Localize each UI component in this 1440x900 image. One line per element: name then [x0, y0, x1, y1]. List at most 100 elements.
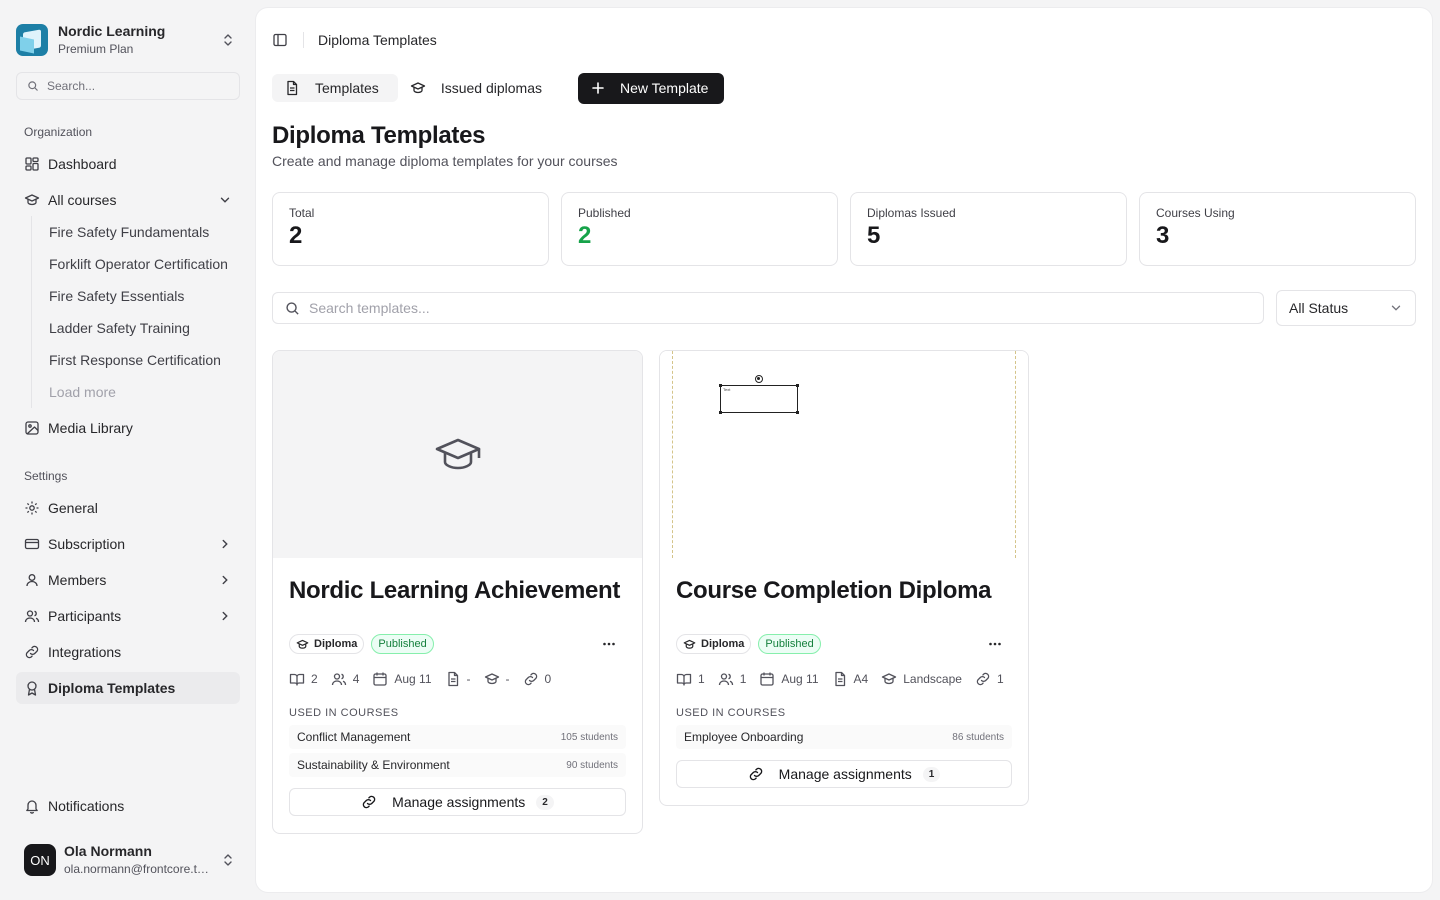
avatar: ON	[24, 844, 56, 876]
template-title[interactable]: Nordic Learning Achievement	[289, 577, 620, 605]
template-search[interactable]	[272, 292, 1264, 324]
plus-icon	[590, 80, 606, 96]
bell-icon	[24, 798, 40, 814]
manage-assignments-button[interactable]: Manage assignments 2	[289, 788, 626, 816]
template-search-input[interactable]	[309, 300, 1209, 316]
template-title[interactable]: Course Completion Diploma	[676, 577, 992, 605]
stat-label: Total	[289, 206, 315, 220]
used-in-courses-label: USED IN COURSES	[676, 707, 786, 719]
sidebar-course-item[interactable]: Forklift Operator Certification	[40, 248, 236, 280]
dashboard-icon	[24, 156, 40, 172]
org-switcher[interactable]: Nordic Learning Premium Plan	[16, 22, 240, 58]
link-icon	[24, 644, 40, 660]
sidebar-course-item[interactable]: Ladder Safety Training	[40, 312, 236, 344]
course-label: Forklift Operator Certification	[49, 256, 228, 272]
sidebar-item-subscription[interactable]: Subscription	[16, 528, 240, 560]
stat-label: Published	[578, 206, 631, 220]
meta-size: A4	[832, 671, 868, 687]
user-icon	[24, 572, 40, 588]
sidebar-course-item[interactable]: Fire Safety Essentials	[40, 280, 236, 312]
sidebar-course-item[interactable]: Fire Safety Fundamentals	[40, 216, 236, 248]
used-course-name: Conflict Management	[297, 730, 411, 744]
link-icon	[361, 794, 377, 810]
sidebar-item-diploma-templates[interactable]: Diploma Templates	[16, 672, 240, 704]
sidebar-search-input[interactable]: Search...	[16, 72, 240, 100]
calendar-icon	[759, 671, 775, 687]
tab-templates[interactable]: Templates	[272, 74, 398, 102]
org-logo	[16, 24, 48, 56]
org-plan: Premium Plan	[58, 42, 134, 56]
template-card[interactable]: Nordic Learning Achievement Diploma Publ…	[272, 350, 643, 834]
users-icon	[24, 608, 40, 624]
load-more-button[interactable]: Load more	[40, 376, 236, 408]
new-template-button[interactable]: New Template	[577, 72, 725, 104]
load-more-label: Load more	[49, 384, 116, 400]
settings-section-label: Settings	[24, 469, 68, 483]
meta-value: 1	[739, 672, 747, 686]
course-label: Fire Safety Essentials	[49, 288, 185, 304]
resize-handle	[719, 384, 722, 387]
preview-text-box: Text	[720, 385, 798, 413]
template-preview[interactable]	[273, 351, 642, 558]
stat-card-published: Published 2	[561, 192, 838, 266]
status-filter-select[interactable]: All Status	[1276, 290, 1416, 326]
graduation-cap-icon	[24, 192, 40, 208]
more-options-icon[interactable]	[599, 634, 619, 654]
type-badge-label: Diploma	[701, 638, 745, 650]
sidebar-item-participants[interactable]: Participants	[16, 600, 240, 632]
sidebar-item-label: Diploma Templates	[48, 680, 176, 696]
new-template-label: New Template	[619, 80, 709, 96]
stat-label: Courses Using	[1156, 206, 1235, 220]
status-filter-value: All Status	[1289, 300, 1349, 316]
used-course-students: 105 students	[560, 731, 618, 743]
sidebar-item-members[interactable]: Members	[16, 564, 240, 596]
sidebar-course-item[interactable]: First Response Certification	[40, 344, 236, 376]
sidebar-item-notifications[interactable]: Notifications	[16, 790, 240, 822]
sidebar-toggle-icon[interactable]	[272, 32, 288, 48]
chevrons-up-down-icon[interactable]	[220, 32, 236, 48]
more-options-icon[interactable]	[985, 634, 1005, 654]
award-icon	[24, 680, 40, 696]
manage-assignments-button[interactable]: Manage assignments 1	[676, 760, 1012, 788]
sidebar-item-general[interactable]: General	[16, 492, 240, 524]
meta-value: 1	[698, 672, 705, 686]
graduation-cap-icon	[410, 80, 426, 96]
course-label: Fire Safety Fundamentals	[49, 224, 210, 240]
template-card[interactable]: Text Course Completion Diploma Diploma P…	[659, 350, 1029, 806]
sidebar-item-label: All courses	[48, 192, 117, 208]
used-course-row: Conflict Management 105 students	[289, 725, 626, 749]
credit-card-icon	[24, 536, 40, 552]
sidebar-item-integrations[interactable]: Integrations	[16, 636, 240, 668]
assignment-count-badge: 1	[922, 766, 941, 782]
file-text-icon	[445, 671, 461, 687]
chevron-down-icon	[1389, 301, 1403, 315]
calendar-icon	[372, 671, 388, 687]
chevron-right-icon	[218, 609, 232, 623]
graduation-cap-icon	[683, 638, 696, 651]
template-preview[interactable]: Text	[660, 351, 1028, 558]
status-badge: Published	[758, 634, 821, 654]
preview-text: Text	[723, 387, 731, 392]
course-label: Ladder Safety Training	[49, 320, 190, 336]
divider	[303, 32, 304, 48]
stat-value: 2	[578, 222, 592, 249]
resize-handle	[796, 411, 799, 414]
sidebar-item-media-library[interactable]: Media Library	[16, 412, 240, 444]
user-menu[interactable]: ON Ola Normann ola.normann@frontcore.tec…	[16, 836, 240, 884]
chevrons-up-down-icon[interactable]	[220, 852, 236, 868]
chevron-down-icon[interactable]	[218, 193, 232, 207]
sidebar-item-label: Dashboard	[48, 156, 117, 172]
sidebar-item-label: Integrations	[48, 644, 122, 660]
used-course-name: Sustainability & Environment	[297, 758, 450, 772]
graduation-cap-icon	[434, 431, 482, 479]
meta-participants: 4	[331, 671, 359, 687]
assignment-count-badge: 2	[536, 794, 554, 810]
tab-label: Issued diplomas	[440, 80, 542, 96]
tab-issued-diplomas[interactable]: Issued diplomas	[398, 74, 561, 102]
organization-section-label: Organization	[24, 125, 93, 139]
meta-participants: 1	[718, 671, 747, 687]
type-badge: Diploma	[676, 634, 752, 654]
link-icon	[523, 671, 539, 687]
sidebar-item-dashboard[interactable]: Dashboard	[16, 148, 240, 180]
sidebar-item-all-courses[interactable]: All courses	[16, 184, 240, 216]
